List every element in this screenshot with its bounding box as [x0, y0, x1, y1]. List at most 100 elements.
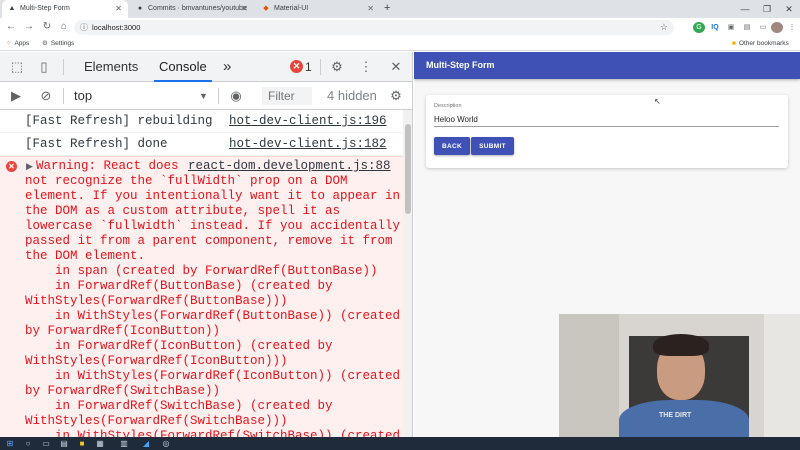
windows-start-icon[interactable]: ⊞: [4, 437, 16, 450]
vscode-icon[interactable]: ◢: [140, 437, 152, 450]
divider: [320, 59, 321, 75]
gear-icon[interactable]: ⚙: [328, 58, 346, 76]
browser-tab-material-ui[interactable]: ◆ Material-UI ✕: [256, 0, 380, 18]
camera-extension-icon[interactable]: ▣: [725, 22, 737, 33]
caret-down-icon[interactable]: ▼: [199, 82, 208, 110]
mouse-pointer-icon: ↖: [654, 97, 661, 106]
form-card: Description BACK SUBMIT: [426, 95, 788, 168]
restore-icon[interactable]: ❐: [756, 0, 778, 18]
github-icon: ●: [137, 5, 143, 12]
menu-kebab-icon[interactable]: ⋮: [786, 22, 798, 33]
browser-tab-commits[interactable]: ● Commits · bmvantunes/youtube ✕: [130, 0, 254, 18]
tab-title: Multi-Step Form: [20, 5, 70, 12]
console-output: [Fast Refresh] rebuilding hot-dev-client…: [0, 110, 412, 437]
bookmark-settings[interactable]: ⚙ Settings: [42, 37, 74, 51]
console-log-line: [Fast Refresh] done hot-dev-client.js:18…: [0, 133, 403, 156]
tab-console[interactable]: Console: [154, 52, 212, 82]
cast-icon[interactable]: ▭: [757, 22, 769, 33]
close-icon[interactable]: ✕: [367, 0, 374, 18]
gear-icon: ⚙: [42, 40, 48, 47]
taskbar-app-icon[interactable]: ▥: [118, 437, 130, 450]
webcam-person-hair: [653, 334, 709, 356]
kebab-menu-icon[interactable]: ⋮: [357, 58, 375, 76]
error-text: Warning: React does not recognize the `f…: [25, 159, 401, 437]
description-input[interactable]: [434, 113, 779, 127]
source-link[interactable]: hot-dev-client.js:196: [229, 110, 387, 133]
console-scrollbar[interactable]: [403, 110, 412, 437]
close-icon[interactable]: ✕: [115, 0, 122, 18]
source-link[interactable]: react-dom.development.js:88: [188, 159, 391, 174]
app-bar: Multi-Step Form: [414, 52, 800, 79]
app-icon: ▲: [8, 5, 16, 12]
new-tab-button[interactable]: +: [384, 0, 390, 17]
console-toolbar: ▶ ⊘ top ▼ ◉ 4 hidden ⚙: [0, 82, 412, 110]
search-icon[interactable]: ○: [22, 437, 34, 450]
shirt-text: THE DIRT: [659, 412, 692, 419]
app-title: Multi-Step Form: [426, 60, 495, 70]
more-tabs-button[interactable]: »: [223, 52, 231, 82]
chrome-icon[interactable]: ◎: [160, 437, 172, 450]
bookmark-other[interactable]: ■ Other bookmarks: [732, 37, 789, 51]
inspect-element-icon[interactable]: ⬚: [8, 58, 26, 76]
console-filter-input[interactable]: [262, 87, 312, 105]
info-icon[interactable]: ⓘ: [80, 20, 88, 35]
apps-grid-icon: ⁘: [6, 40, 12, 47]
webcam-background: [764, 314, 800, 437]
extension-icon[interactable]: ▤: [741, 22, 753, 33]
star-icon[interactable]: ☆: [660, 20, 668, 35]
browser-tab-strip: ▲ Multi-Step Form ✕ ● Commits · bmvantunes…: [0, 0, 800, 18]
close-icon[interactable]: ✕: [241, 0, 248, 18]
scrollbar-thumb[interactable]: [405, 124, 411, 214]
back-button[interactable]: BACK: [434, 137, 470, 155]
back-arrow-icon[interactable]: ←: [4, 20, 18, 34]
error-count-icon[interactable]: ✕: [290, 60, 303, 73]
divider: [63, 88, 64, 104]
bookmarks-bar: ⁘ Apps ⚙ Settings ■ Other bookmarks: [0, 37, 800, 51]
browser-toolbar: ← → ↻ ⌂ ⓘ ☆: [0, 18, 800, 37]
description-label: Description: [434, 103, 462, 109]
window-close-icon[interactable]: ✕: [778, 0, 800, 18]
app-viewport: Multi-Step Form Description BACK SUBMIT …: [414, 52, 800, 437]
tab-title: Material-UI: [274, 5, 309, 12]
console-error-message: ✕ ▶ Warning: React does not recognize th…: [0, 156, 403, 437]
console-settings-icon[interactable]: ⚙: [387, 87, 405, 105]
file-explorer-icon[interactable]: ■: [76, 437, 88, 450]
folder-icon: ■: [732, 40, 736, 47]
devtools-panel: ⬚ ▯ Elements Console » ✕ 1 ⚙ ⋮ ✕ ▶ ⊘ top…: [0, 52, 413, 437]
forward-arrow-icon[interactable]: →: [22, 20, 36, 34]
address-bar[interactable]: ⓘ ☆: [74, 20, 674, 35]
bookmark-apps[interactable]: ⁘ Apps: [6, 37, 29, 51]
clear-console-icon[interactable]: ⊘: [37, 87, 55, 105]
os-taskbar: ⊞ ○ ▭ ▤ ■ ▦ ▥ ◢ ◎: [0, 437, 800, 450]
webcam-background: [559, 314, 619, 437]
home-icon[interactable]: ⌂: [57, 20, 71, 34]
context-selector[interactable]: top: [74, 82, 92, 110]
grammarly-extension-icon[interactable]: G: [693, 22, 705, 33]
browser-tab-multi-step-form[interactable]: ▲ Multi-Step Form ✕: [2, 0, 128, 18]
tab-title: Commits · bmvantunes/youtube: [148, 5, 247, 12]
task-view-icon[interactable]: ▭: [40, 437, 52, 450]
error-icon: ✕: [6, 161, 17, 172]
source-link[interactable]: hot-dev-client.js:182: [229, 133, 387, 156]
taskbar-app-icon[interactable]: ▦: [94, 437, 106, 450]
submit-button[interactable]: SUBMIT: [471, 137, 514, 155]
console-log-line: [Fast Refresh] rebuilding hot-dev-client…: [0, 110, 403, 133]
reload-icon[interactable]: ↻: [40, 20, 54, 34]
error-count: 1: [305, 60, 312, 74]
eye-icon[interactable]: ◉: [227, 87, 245, 105]
profile-avatar[interactable]: [771, 22, 783, 33]
divider: [63, 59, 64, 75]
url-input[interactable]: [92, 21, 492, 34]
close-icon[interactable]: ✕: [387, 58, 405, 76]
tab-elements[interactable]: Elements: [84, 52, 138, 82]
device-toolbar-icon[interactable]: ▯: [35, 58, 53, 76]
minimize-icon[interactable]: —: [734, 0, 756, 18]
taskbar-app-icon[interactable]: ▤: [58, 437, 70, 450]
devtools-tab-bar: ⬚ ▯ Elements Console » ✕ 1 ⚙ ⋮ ✕: [0, 52, 412, 82]
iq-extension-icon[interactable]: IQ: [709, 22, 721, 33]
divider: [218, 88, 219, 104]
hidden-messages-count: 4 hidden: [327, 88, 377, 103]
sidebar-toggle-icon[interactable]: ▶: [7, 87, 25, 105]
webcam-overlay: THE DIRT: [559, 314, 800, 437]
mui-icon: ◆: [263, 5, 269, 12]
